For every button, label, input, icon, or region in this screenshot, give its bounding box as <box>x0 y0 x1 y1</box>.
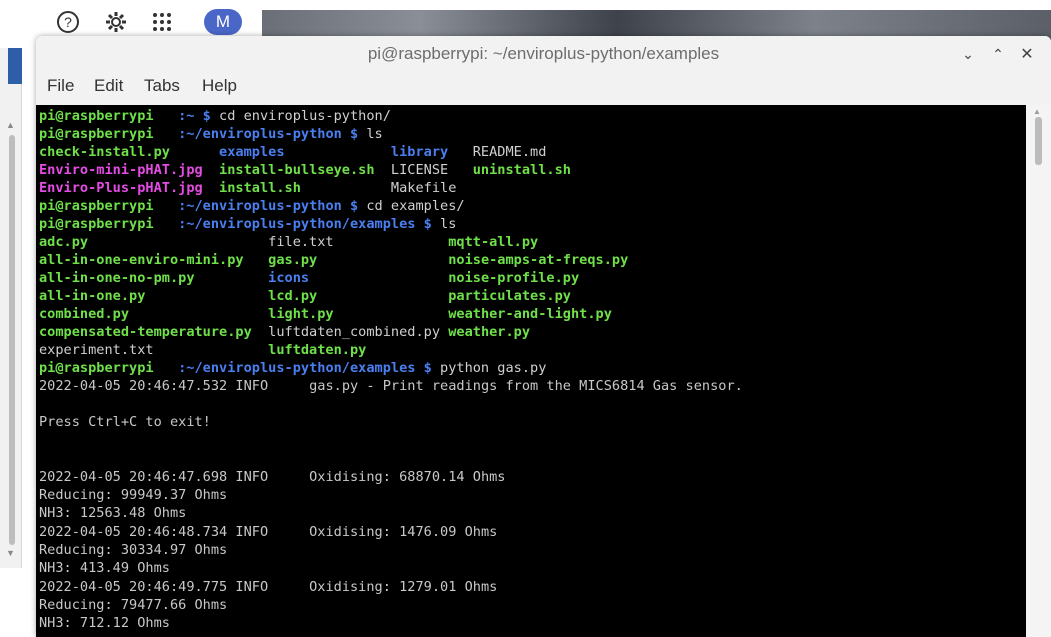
ls-row: all-in-one-enviro-mini.py gas.py noise-a… <box>39 251 628 269</box>
prompt-user: pi@raspberrypi <box>39 198 154 214</box>
image-file-entry: Enviro-mini-pHAT.jpg <box>39 162 203 178</box>
scroll-up-arrow-icon[interactable]: ▲ <box>6 120 15 130</box>
terminal-line: pi@raspberrypi :~/enviroplus-python $ cd… <box>39 197 465 215</box>
file-entry: weather.py <box>448 324 531 340</box>
output-line: NH3: 413.49 Ohms <box>39 560 170 576</box>
file-entry: Makefile <box>390 180 457 196</box>
prompt-path: :~/enviroplus-python/examples $ <box>178 216 432 232</box>
menu-tabs[interactable]: Tabs <box>144 76 180 96</box>
command-text: cd examples/ <box>358 198 465 214</box>
file-entry: install.sh <box>219 180 301 196</box>
file-entry: all-in-one-enviro-mini.py <box>39 252 244 268</box>
scrollbar-thumb[interactable] <box>1035 117 1042 165</box>
avatar[interactable]: M <box>204 9 242 35</box>
file-entry: experiment.txt <box>39 342 154 358</box>
file-entry: noise-amps-at-freqs.py <box>448 252 629 268</box>
apps-grid-icon[interactable] <box>148 8 176 36</box>
file-entry: combined.py <box>39 306 130 322</box>
minimize-button[interactable]: ⌄ <box>958 44 978 64</box>
terminal-scrollbar[interactable]: ▲ <box>1026 105 1051 637</box>
ls-row: experiment.txt luftdaten.py <box>39 341 366 359</box>
file-entry: uninstall.sh <box>472 162 571 178</box>
output-line: 2022-04-05 20:46:47.532 INFO gas.py - Pr… <box>39 378 743 394</box>
file-entry: luftdaten_combined.py <box>268 324 441 340</box>
file-entry: compensated-temperature.py <box>39 324 252 340</box>
help-circle-icon[interactable]: ? <box>54 8 82 36</box>
menu-bar: File Edit Tabs Help <box>36 74 1051 102</box>
output-line: Reducing: 79477.66 Ohms <box>39 597 228 613</box>
terminal-line: pi@raspberrypi :~/enviroplus-python $ ls <box>39 125 383 143</box>
ls-row: Enviro-Plus-pHAT.jpg install.sh Makefile <box>39 179 456 197</box>
output-line: Press Ctrl+C to exit! <box>39 414 211 430</box>
file-entry: light.py <box>268 306 334 322</box>
prompt-user: pi@raspberrypi <box>39 360 154 376</box>
output-line: NH3: 712.12 Ohms <box>39 615 170 631</box>
command-text: ls <box>358 126 383 142</box>
close-button[interactable]: ✕ <box>1017 44 1037 64</box>
menu-help[interactable]: Help <box>202 76 237 96</box>
prompt-user: pi@raspberrypi <box>39 126 154 142</box>
terminal-line: pi@raspberrypi :~/enviroplus-python/exam… <box>39 359 546 377</box>
directory-entry: library <box>390 144 449 160</box>
output-line: 2022-04-05 20:46:49.775 INFO Oxidising: … <box>39 579 498 595</box>
svg-text:?: ? <box>64 14 72 30</box>
prompt-path: :~ $ <box>178 108 211 124</box>
terminal-line: pi@raspberrypi :~/enviroplus-python/exam… <box>39 215 456 233</box>
file-entry: luftdaten.py <box>268 342 367 358</box>
file-entry: noise-profile.py <box>448 270 580 286</box>
prompt-user: pi@raspberrypi <box>39 216 154 232</box>
prompt-path: :~/enviroplus-python $ <box>178 126 359 142</box>
command-text: ls <box>431 216 457 232</box>
scroll-up-arrow-icon[interactable]: ▲ <box>1033 107 1041 116</box>
gear-icon[interactable] <box>102 8 130 36</box>
maximize-button[interactable]: ⌃ <box>988 44 1008 64</box>
command-text: cd enviroplus-python/ <box>210 108 391 124</box>
output-line: Reducing: 30334.97 Ohms <box>39 542 228 558</box>
output-line: 2022-04-05 20:46:47.698 INFO Oxidising: … <box>39 469 506 485</box>
background-scrollbar-thumb[interactable] <box>9 135 15 545</box>
ls-row: combined.py light.py weather-and-light.p… <box>39 305 612 323</box>
output-line: NH3: 12563.48 Ohms <box>39 505 187 521</box>
file-entry: all-in-one-no-pm.py <box>39 270 195 286</box>
ls-row: all-in-one-no-pm.py icons noise-profile.… <box>39 269 579 287</box>
scroll-down-arrow-icon[interactable]: ▼ <box>6 548 15 558</box>
title-bar[interactable]: pi@raspberrypi: ~/enviroplus-python/exam… <box>36 36 1051 72</box>
terminal-output[interactable]: pi@raspberrypi :~ $ cd enviroplus-python… <box>36 105 1026 637</box>
ls-row: adc.py file.txt mqtt-all.py <box>39 233 538 251</box>
ls-row: compensated-temperature.py luftdaten_com… <box>39 323 530 341</box>
file-entry: mqtt-all.py <box>448 234 539 250</box>
ls-row: Enviro-mini-pHAT.jpg install-bullseye.sh… <box>39 161 571 179</box>
directory-entry: examples <box>219 144 285 160</box>
file-entry: adc.py <box>39 234 89 250</box>
file-entry: gas.py <box>268 252 318 268</box>
file-entry: file.txt <box>268 234 334 250</box>
prompt-path: :~/enviroplus-python $ <box>178 198 359 214</box>
file-entry: lcd.py <box>268 288 318 304</box>
ls-row: all-in-one.py lcd.py particulates.py <box>39 287 571 305</box>
command-text: python gas.py <box>431 360 547 376</box>
background-window-accent <box>8 48 22 84</box>
file-entry: particulates.py <box>448 288 571 304</box>
window-title: pi@raspberrypi: ~/enviroplus-python/exam… <box>367 44 720 63</box>
file-entry: LICENSE <box>390 162 449 178</box>
terminal-line: pi@raspberrypi :~ $ cd enviroplus-python… <box>39 107 391 125</box>
file-entry: check-install.py <box>39 144 170 160</box>
output-line: 2022-04-05 20:46:48.734 INFO Oxidising: … <box>39 524 498 540</box>
prompt-user: pi@raspberrypi <box>39 108 154 124</box>
terminal-window: pi@raspberrypi: ~/enviroplus-python/exam… <box>36 36 1051 637</box>
menu-edit[interactable]: Edit <box>94 76 123 96</box>
directory-entry: icons <box>268 270 310 286</box>
image-file-entry: Enviro-Plus-pHAT.jpg <box>39 180 203 196</box>
file-entry: weather-and-light.py <box>448 306 612 322</box>
file-entry: README.md <box>472 144 547 160</box>
file-entry: install-bullseye.sh <box>219 162 375 178</box>
file-entry: all-in-one.py <box>39 288 146 304</box>
output-line: Reducing: 99949.37 Ohms <box>39 487 228 503</box>
ls-row: check-install.py examples library README… <box>39 143 546 161</box>
prompt-path: :~/enviroplus-python/examples $ <box>178 360 432 376</box>
menu-file[interactable]: File <box>47 76 74 96</box>
